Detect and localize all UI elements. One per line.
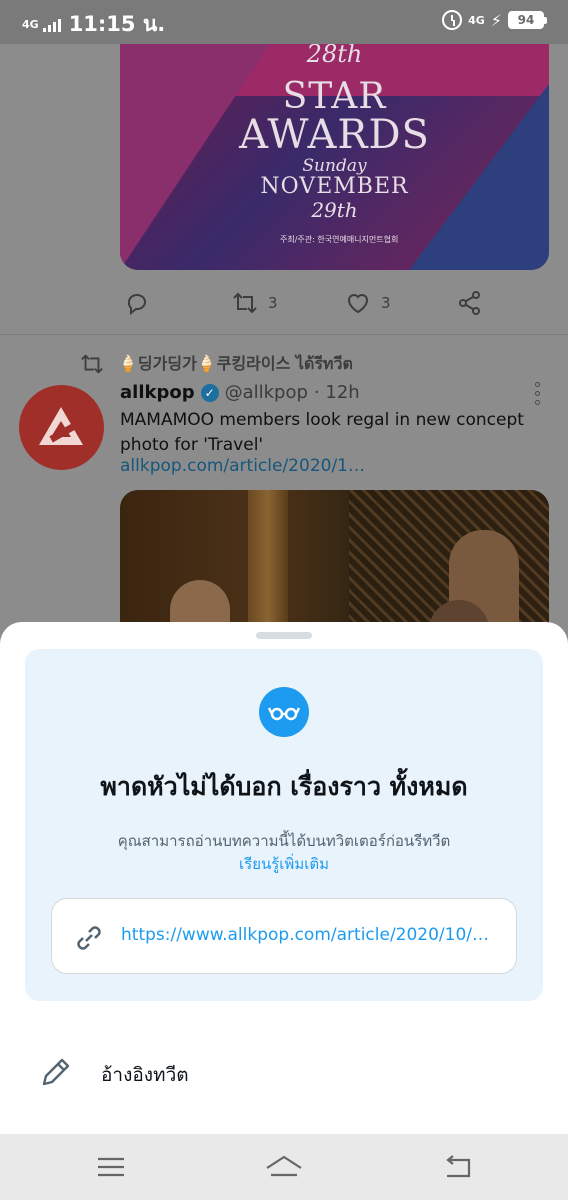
photo-column: [248, 490, 288, 624]
network-type-right: 4G: [468, 13, 485, 27]
article-link-button[interactable]: https://www.allkpop.com/article/2020/10/…: [51, 898, 517, 974]
menu-icon: [98, 1157, 124, 1177]
learn-more-link[interactable]: เรียนรู้เพิ่มเติม: [25, 852, 543, 876]
retweeted-by-text[interactable]: 🍦딩가딩가🍦쿠킹라이스 ได้รีทวีต: [118, 350, 353, 377]
tweet-image[interactable]: [120, 490, 549, 624]
status-time: 11:15 น.: [68, 12, 166, 36]
article-url: https://www.allkpop.com/article/2020/10/…: [121, 925, 495, 945]
like-count: 3: [381, 294, 391, 312]
tweet-divider: [0, 334, 568, 335]
reply-icon: [127, 294, 146, 316]
home-icon: [266, 1155, 302, 1177]
back-button[interactable]: [437, 1150, 477, 1184]
poster-text: NOVEMBER: [260, 174, 409, 199]
sheet-subtitle: คุณสามารถอ่านบทความนี้ได้บนทวิตเตอร์ก่อน…: [117, 832, 451, 850]
recent-apps-button[interactable]: [91, 1150, 131, 1184]
status-left: 4G 11:15 น.: [22, 8, 165, 41]
verified-badge-icon: ✓: [200, 383, 219, 402]
sheet-title: พาดหัวไม่ได้บอก เรื่องราว ทั้งหมด: [100, 772, 468, 801]
link-icon: [77, 926, 101, 950]
signal-icon: [42, 18, 61, 32]
tweet-link[interactable]: allkpop.com/article/2020/1…: [120, 456, 365, 476]
back-icon: [446, 1155, 471, 1178]
poster-text: 29th: [311, 198, 358, 222]
tweet-author-name[interactable]: allkpop: [120, 382, 195, 403]
timeline-feed: 28th STAR AWARDS Sunday NOVEMBER 29th 주최…: [0, 44, 568, 624]
poster-small-text: 주최/주관: 한국연예매니지먼트협회: [280, 235, 399, 244]
poster-text: STAR: [282, 76, 387, 117]
tweet-image-poster[interactable]: 28th STAR AWARDS Sunday NOVEMBER 29th 주최…: [120, 44, 549, 270]
retweet-icon: [81, 353, 103, 374]
retweet-count: 3: [268, 294, 278, 312]
photo-figure: [170, 580, 230, 624]
tweet-timestamp: · 12h: [313, 382, 360, 403]
retweet-button[interactable]: 3: [232, 290, 278, 316]
home-button[interactable]: [264, 1150, 304, 1184]
retweeted-by: 🍦딩가딩가🍦쿠킹라이스 ได้รีทวีต: [80, 350, 353, 377]
poster-text: AWARDS: [239, 112, 430, 158]
tweet-author-handle[interactable]: @allkpop: [225, 382, 308, 403]
retweet-prompt-sheet: พาดหัวไม่ได้บอก เรื่องราว ทั้งหมด คุณสาม…: [0, 622, 568, 1134]
system-navigation-bar: [0, 1134, 568, 1200]
allkpop-logo-icon: [39, 407, 83, 445]
poster-text: Sunday: [302, 156, 367, 176]
status-right: 4G ⚡ 94: [442, 10, 547, 30]
alarm-icon: [442, 10, 463, 30]
share-button[interactable]: [457, 290, 483, 316]
reply-button[interactable]: [124, 290, 150, 316]
heart-icon: [347, 294, 369, 314]
share-icon: [459, 291, 480, 315]
pencil-icon: [42, 1058, 70, 1086]
like-button[interactable]: 3: [345, 290, 391, 316]
avatar[interactable]: [19, 385, 104, 470]
sheet-drag-handle[interactable]: [256, 632, 312, 639]
poster-text: 28th: [306, 44, 363, 68]
quote-tweet-label: อ้างอิงทวีต: [101, 1064, 189, 1086]
read-before-retweet-card: พาดหัวไม่ได้บอก เรื่องราว ทั้งหมด คุณสาม…: [25, 649, 543, 1001]
battery-level: 94: [508, 11, 547, 29]
quote-tweet-button[interactable]: อ้างอิงทวีต: [0, 1042, 568, 1102]
charging-icon: ⚡: [490, 10, 502, 30]
glasses-icon: [259, 687, 309, 737]
tweet-text: MAMAMOO members look regal in new concep…: [120, 410, 524, 455]
retweet-icon: [233, 292, 257, 314]
more-options-icon[interactable]: [532, 382, 542, 405]
tweet-header: allkpop ✓ @allkpop · 12h: [120, 382, 360, 403]
tweet-actions: 3 3: [120, 286, 500, 320]
network-type-left: 4G: [22, 17, 39, 31]
status-bar: 4G 11:15 น. 4G ⚡ 94: [0, 0, 568, 44]
